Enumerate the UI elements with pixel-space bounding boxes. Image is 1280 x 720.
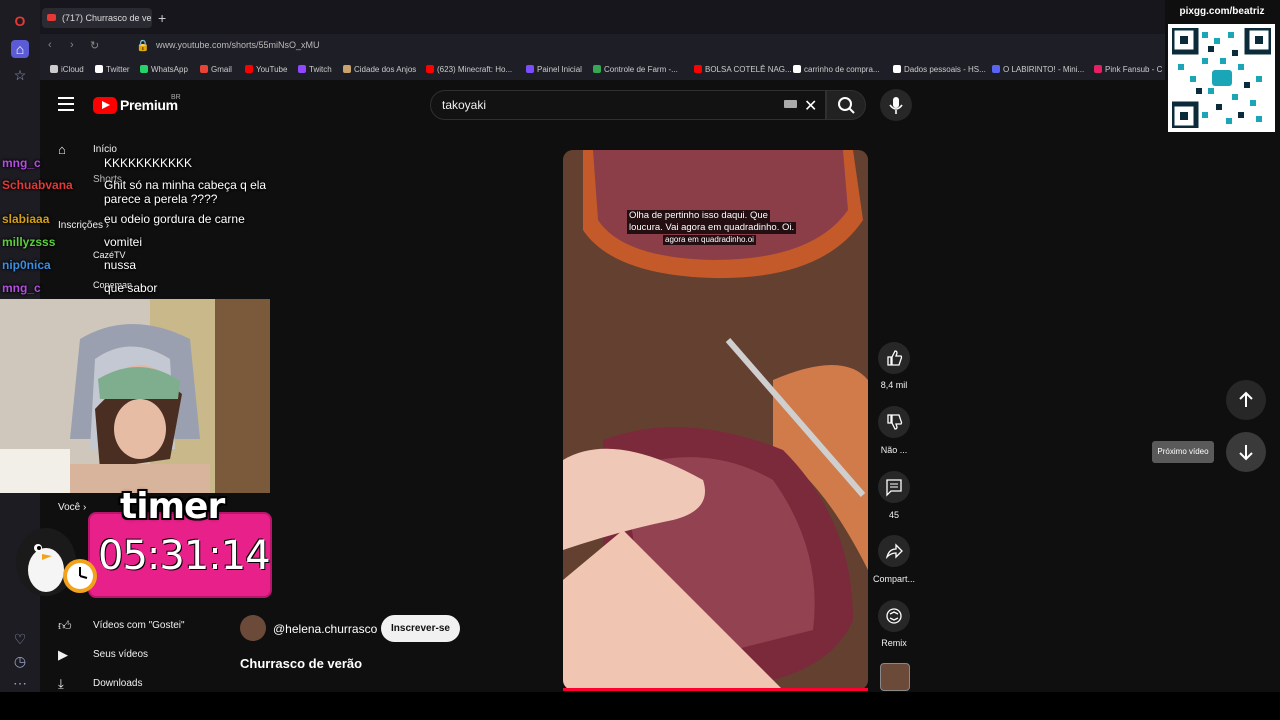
chat-message: slabiaaa eu odeio gordura de carne (2, 212, 245, 226)
video-progress-bar[interactable] (563, 688, 868, 691)
subscribe-button[interactable]: Inscrever-se (381, 615, 460, 642)
search-input[interactable] (430, 90, 826, 120)
chat-message: parece a perela ???? (104, 192, 218, 206)
previous-video-button[interactable] (1226, 380, 1266, 420)
timer-value: 05:31:14 (98, 533, 271, 579)
bookmark-item[interactable]: O LABIRINTO! - Mini... (992, 65, 1084, 74)
voice-search-button[interactable] (880, 89, 912, 121)
dislike-button[interactable] (878, 406, 910, 438)
thumbs-down-icon (887, 414, 903, 430)
download-icon: ⤓ (58, 676, 64, 691)
url-field[interactable]: www.youtube.com/shorts/55miNsO_xMU (156, 40, 320, 50)
comment-count: 45 (888, 510, 899, 520)
tab-active[interactable]: (717) Churrasco de ve (42, 8, 152, 28)
sidebar-item-voce[interactable]: Você › (58, 502, 86, 513)
forward-icon[interactable]: › (70, 39, 74, 51)
next-video-button[interactable] (1226, 432, 1266, 472)
youtube-logo-icon[interactable] (93, 97, 117, 114)
share-label: Compart... (872, 574, 915, 584)
video-title[interactable]: Churrasco de verão (240, 656, 362, 671)
bookmark-item[interactable]: Painel Inicial (526, 65, 582, 74)
like-count: 8,4 mil (880, 380, 908, 390)
bookmark-item[interactable]: Dados pessoais - HS... (893, 65, 986, 74)
donation-link-label: pixgg.com/beatriz (1179, 6, 1265, 17)
history-icon[interactable]: ◷ (11, 652, 29, 670)
clear-search-icon[interactable]: ✕ (804, 96, 817, 116)
subtitle-line: agora em quadradinho.oi (663, 235, 756, 245)
your-videos-icon: ▶ (58, 647, 68, 662)
bookmark-item[interactable]: Gmail (200, 65, 232, 74)
comments-button[interactable] (878, 471, 910, 503)
bookmark-item[interactable]: (623) Minecraft: Ho... (426, 65, 512, 74)
remix-button[interactable] (878, 600, 910, 632)
opera-logo-icon[interactable]: O (11, 12, 29, 30)
penguin-mascot-icon (16, 528, 97, 596)
short-video-player[interactable]: Olha de pertinho isso daqui. Que loucura… (563, 150, 868, 690)
dislike-label: Não ... (880, 445, 908, 455)
channel-name[interactable]: @helena.churrasco (273, 622, 377, 636)
bookmark-item[interactable]: BOLSA COTELÊ NAG... (694, 65, 792, 74)
hamburger-menu-icon[interactable] (58, 97, 74, 111)
chat-message: mng_c que sabor (2, 281, 158, 295)
streamer-image (0, 299, 270, 493)
new-tab-icon[interactable]: + (158, 10, 166, 26)
bookmarks-bar: iCloud Twitter WhatsApp Gmail YouTube Tw… (40, 60, 1165, 80)
microphone-icon (889, 97, 903, 114)
arrow-down-icon (1239, 445, 1253, 461)
bookmark-item[interactable]: WhatsApp (140, 65, 188, 74)
arrow-up-icon (1239, 391, 1253, 407)
bottom-letterbox (0, 692, 1280, 720)
qr-code-icon (1168, 24, 1275, 132)
share-button[interactable] (878, 535, 910, 567)
remix-icon (886, 608, 902, 624)
timer-title: timer (120, 486, 225, 527)
youtube-brand[interactable]: Premium (120, 97, 178, 113)
keyboard-icon[interactable] (784, 100, 797, 108)
chat-message: mng_c KKKKKKKKKKK (2, 156, 193, 170)
chat-message: millyzsss vomitei (2, 235, 143, 249)
more-icon[interactable]: ⋯ (11, 674, 29, 692)
home-icon[interactable]: ⌂ (11, 40, 29, 58)
bookmark-item[interactable]: iCloud (50, 65, 84, 74)
lock-icon: 🔒 (136, 40, 150, 52)
bookmark-item[interactable]: Controle de Farm -... (593, 65, 678, 74)
comment-icon (886, 479, 902, 497)
subtitle-line: loucura. Vai agora em quadradinho. Oi. (627, 222, 797, 234)
search-icon (838, 97, 855, 114)
sound-thumbnail[interactable] (880, 663, 910, 691)
bookmark-item[interactable]: Pink Fansub - C (1094, 65, 1162, 74)
bookmark-item[interactable]: Twitch (298, 65, 332, 74)
back-icon[interactable]: ‹ (48, 39, 52, 51)
sidebar-item-downloads[interactable]: Downloads (93, 678, 142, 689)
search-button[interactable] (826, 90, 866, 120)
sidebar-item-your-videos[interactable]: Seus vídeos (93, 649, 148, 660)
subtitle-line: Olha de pertinho isso daqui. Que (627, 210, 770, 222)
reload-icon[interactable]: ↻ (90, 39, 99, 52)
share-icon (885, 543, 903, 560)
bookmark-item[interactable]: Cidade dos Anjos (343, 65, 416, 74)
address-bar: ‹ › ↻ 🔒 www.youtube.com/shorts/55miNsO_x… (40, 34, 1165, 60)
bookmark-item[interactable]: Twitter (95, 65, 130, 74)
chat-message: Schuabvana Ghit só na minha cabeça q ela (2, 178, 267, 192)
bookmark-item[interactable]: carrinho de compra... (793, 65, 880, 74)
webcam-feed (0, 299, 270, 493)
like-button[interactable] (878, 342, 910, 374)
search-value[interactable]: takoyaki (442, 98, 486, 112)
tab-strip: (717) Churrasco de ve (40, 0, 1165, 34)
region-code: BR (171, 94, 181, 101)
avatar[interactable] (240, 615, 266, 641)
thumbs-up-icon: 👍︎ (58, 618, 72, 633)
sidebar-item-liked[interactable]: Vídeos com "Gostei" (93, 620, 185, 631)
tab-title: (717) Churrasco de ve (62, 13, 152, 23)
chat-message: nip0nica nussa (2, 258, 137, 272)
thumbs-up-icon (887, 350, 903, 366)
bookmark-item[interactable]: YouTube (245, 65, 287, 74)
stream-chat-overlay: mng_c KKKKKKKKKKK Schuabvana Ghit só na mi… (0, 152, 282, 298)
qr-pattern (1169, 25, 1274, 131)
heart-icon[interactable]: ♡ (11, 630, 29, 648)
star-icon[interactable]: ☆ (11, 66, 29, 84)
remix-label: Remix (881, 638, 907, 648)
next-video-tooltip: Próximo vídeo (1152, 441, 1214, 463)
youtube-favicon-icon (47, 14, 56, 21)
